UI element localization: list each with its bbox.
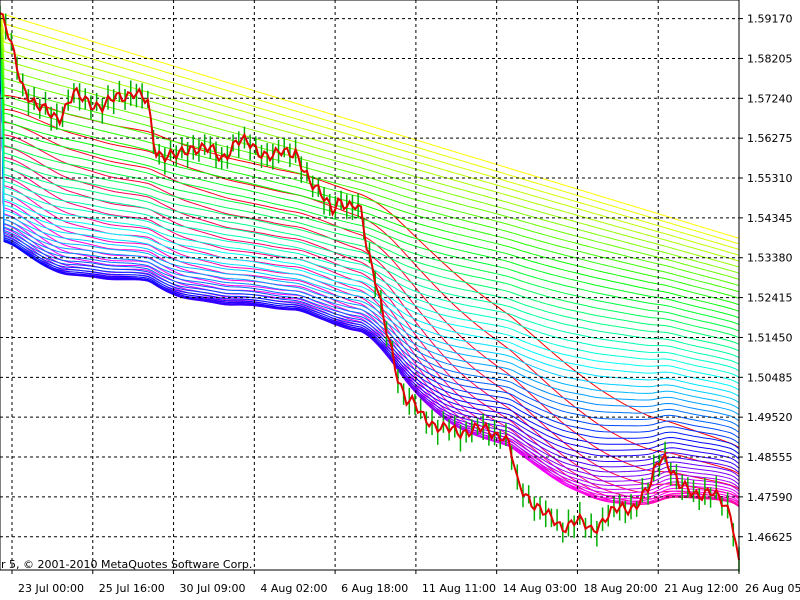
y-tick-label: 1.53380: [747, 252, 793, 265]
y-tick-label: 1.58205: [747, 52, 793, 65]
y-tick-label: 1.48555: [747, 451, 793, 464]
y-tick-label: 1.46625: [747, 531, 793, 544]
price-chart: 1.59170 1.58205 1.57240 1.56275 1.55310 1.543…: [0, 0, 800, 600]
y-tick-label: 1.54345: [747, 212, 793, 225]
y-tick-label: 1.51450: [747, 331, 793, 344]
x-tick-label: 21 Aug 12:00: [664, 582, 738, 595]
x-tick-label: 25 Jul 16:00: [99, 582, 165, 595]
x-tick-label: 11 Aug 11:00: [422, 582, 496, 595]
y-tick-label: 1.55310: [747, 172, 793, 185]
y-tick-label: 1.57240: [747, 92, 793, 105]
y-tick-label: 1.50485: [747, 371, 793, 384]
x-tick-label: 30 Jul 09:00: [180, 582, 246, 595]
y-tick-label: 1.52415: [747, 292, 793, 305]
x-tick-label: 23 Jul 00:00: [18, 582, 84, 595]
x-tick-label: 14 Aug 03:00: [503, 582, 577, 595]
x-tick-label: 26 Aug 05:00: [745, 582, 800, 595]
y-tick-label: 1.59170: [747, 13, 793, 26]
x-tick-label: 18 Aug 20:00: [583, 582, 657, 595]
y-tick-label: 1.47590: [747, 491, 793, 504]
copyright-label: r 5, © 2001-2010 MetaQuotes Software Cor…: [1, 558, 252, 571]
y-tick-label: 1.56275: [747, 132, 793, 145]
x-tick-label: 6 Aug 18:00: [341, 582, 408, 595]
x-tick-label: 4 Aug 02:00: [260, 582, 327, 595]
y-tick-label: 1.49520: [747, 411, 793, 424]
